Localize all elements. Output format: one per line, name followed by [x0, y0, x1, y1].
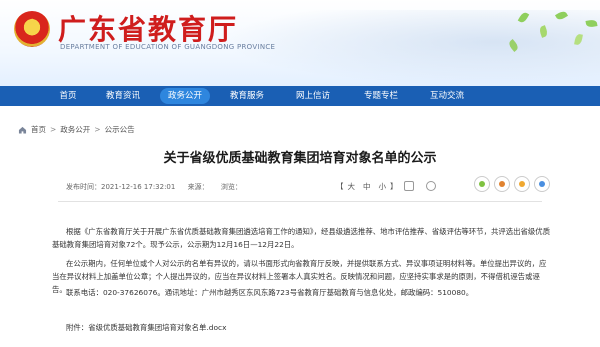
breadcrumb-item-home[interactable]: 首页 [31, 124, 46, 135]
breadcrumb: 首页 > 政务公开 > 公示公告 [18, 124, 135, 135]
bookmark-icon[interactable] [425, 181, 436, 191]
site-subtitle: DEPARTMENT OF EDUCATION OF GUANGDONG PRO… [60, 43, 276, 51]
print-icon[interactable] [403, 181, 414, 191]
article-paragraph-1: 根据《广东省教育厅关于开展广东省优质基础教育集团遴选培育工作的通知》，经县级遴选… [52, 227, 551, 249]
font-size-medium-button[interactable]: 中 [363, 181, 371, 192]
weibo-icon[interactable] [494, 176, 510, 192]
nav-item-education-news[interactable]: 教育资讯 [98, 86, 148, 106]
nav-item-online-petition[interactable]: 网上信访 [288, 86, 338, 106]
article-attachment: 附件：省级优质基础教育集团培育对象名单.docx [52, 321, 552, 334]
article-source: 来源： [187, 183, 209, 191]
nav-item-home[interactable]: 首页 [48, 86, 88, 106]
nav-item-government-affairs[interactable]: 政务公开 [160, 88, 210, 104]
font-size-close-bracket: 】 [390, 181, 398, 191]
nav-item-interaction[interactable]: 互动交流 [422, 86, 472, 106]
meta-divider [58, 201, 542, 202]
publish-date: 发布时间：2021-12-16 17:32:01 [66, 183, 176, 191]
site-header: ★ 广东省教育厅 DEPARTMENT OF EDUCATION OF GUAN… [0, 0, 600, 86]
national-emblem-icon: ★ [14, 11, 50, 47]
qzone-icon[interactable] [514, 176, 530, 192]
breadcrumb-item-announcements[interactable]: 公示公告 [105, 124, 135, 135]
breadcrumb-separator: > [50, 125, 57, 134]
article-title: 关于省级优质基础教育集团培育对象名单的公示 [163, 151, 437, 166]
qq-icon[interactable] [534, 176, 550, 192]
home-icon [18, 126, 27, 134]
font-size-open-bracket: 【 [336, 181, 344, 191]
wechat-icon[interactable] [474, 176, 490, 192]
article-views: 浏览： [220, 183, 242, 191]
nav-item-education-services[interactable]: 教育服务 [222, 86, 272, 106]
breadcrumb-item-government-affairs[interactable]: 政务公开 [60, 124, 90, 135]
site-title[interactable]: 广东省教育厅 [58, 8, 238, 48]
breadcrumb-separator: > [94, 125, 101, 134]
main-nav: 首页 教育资讯 政务公开 教育服务 网上信访 专题专栏 互动交流 [0, 86, 600, 106]
font-size-large-button[interactable]: 大 [348, 181, 356, 192]
attachment-link[interactable]: 省级优质基础教育集团培育对象名单.docx [88, 323, 226, 332]
article-meta: 发布时间：2021-12-16 17:32:01 来源： 浏览： [66, 182, 252, 192]
nav-item-special-topics[interactable]: 专题专栏 [356, 86, 406, 106]
attachment-label: 附件： [66, 323, 89, 332]
article-contact-info: 联系电话：020-37626076。通讯地址：广州市越秀区东风东路723号省教育… [66, 288, 474, 297]
font-size-small-button[interactable]: 小 [379, 181, 387, 192]
article-tools: 【 大 中 小 】 [336, 180, 442, 192]
